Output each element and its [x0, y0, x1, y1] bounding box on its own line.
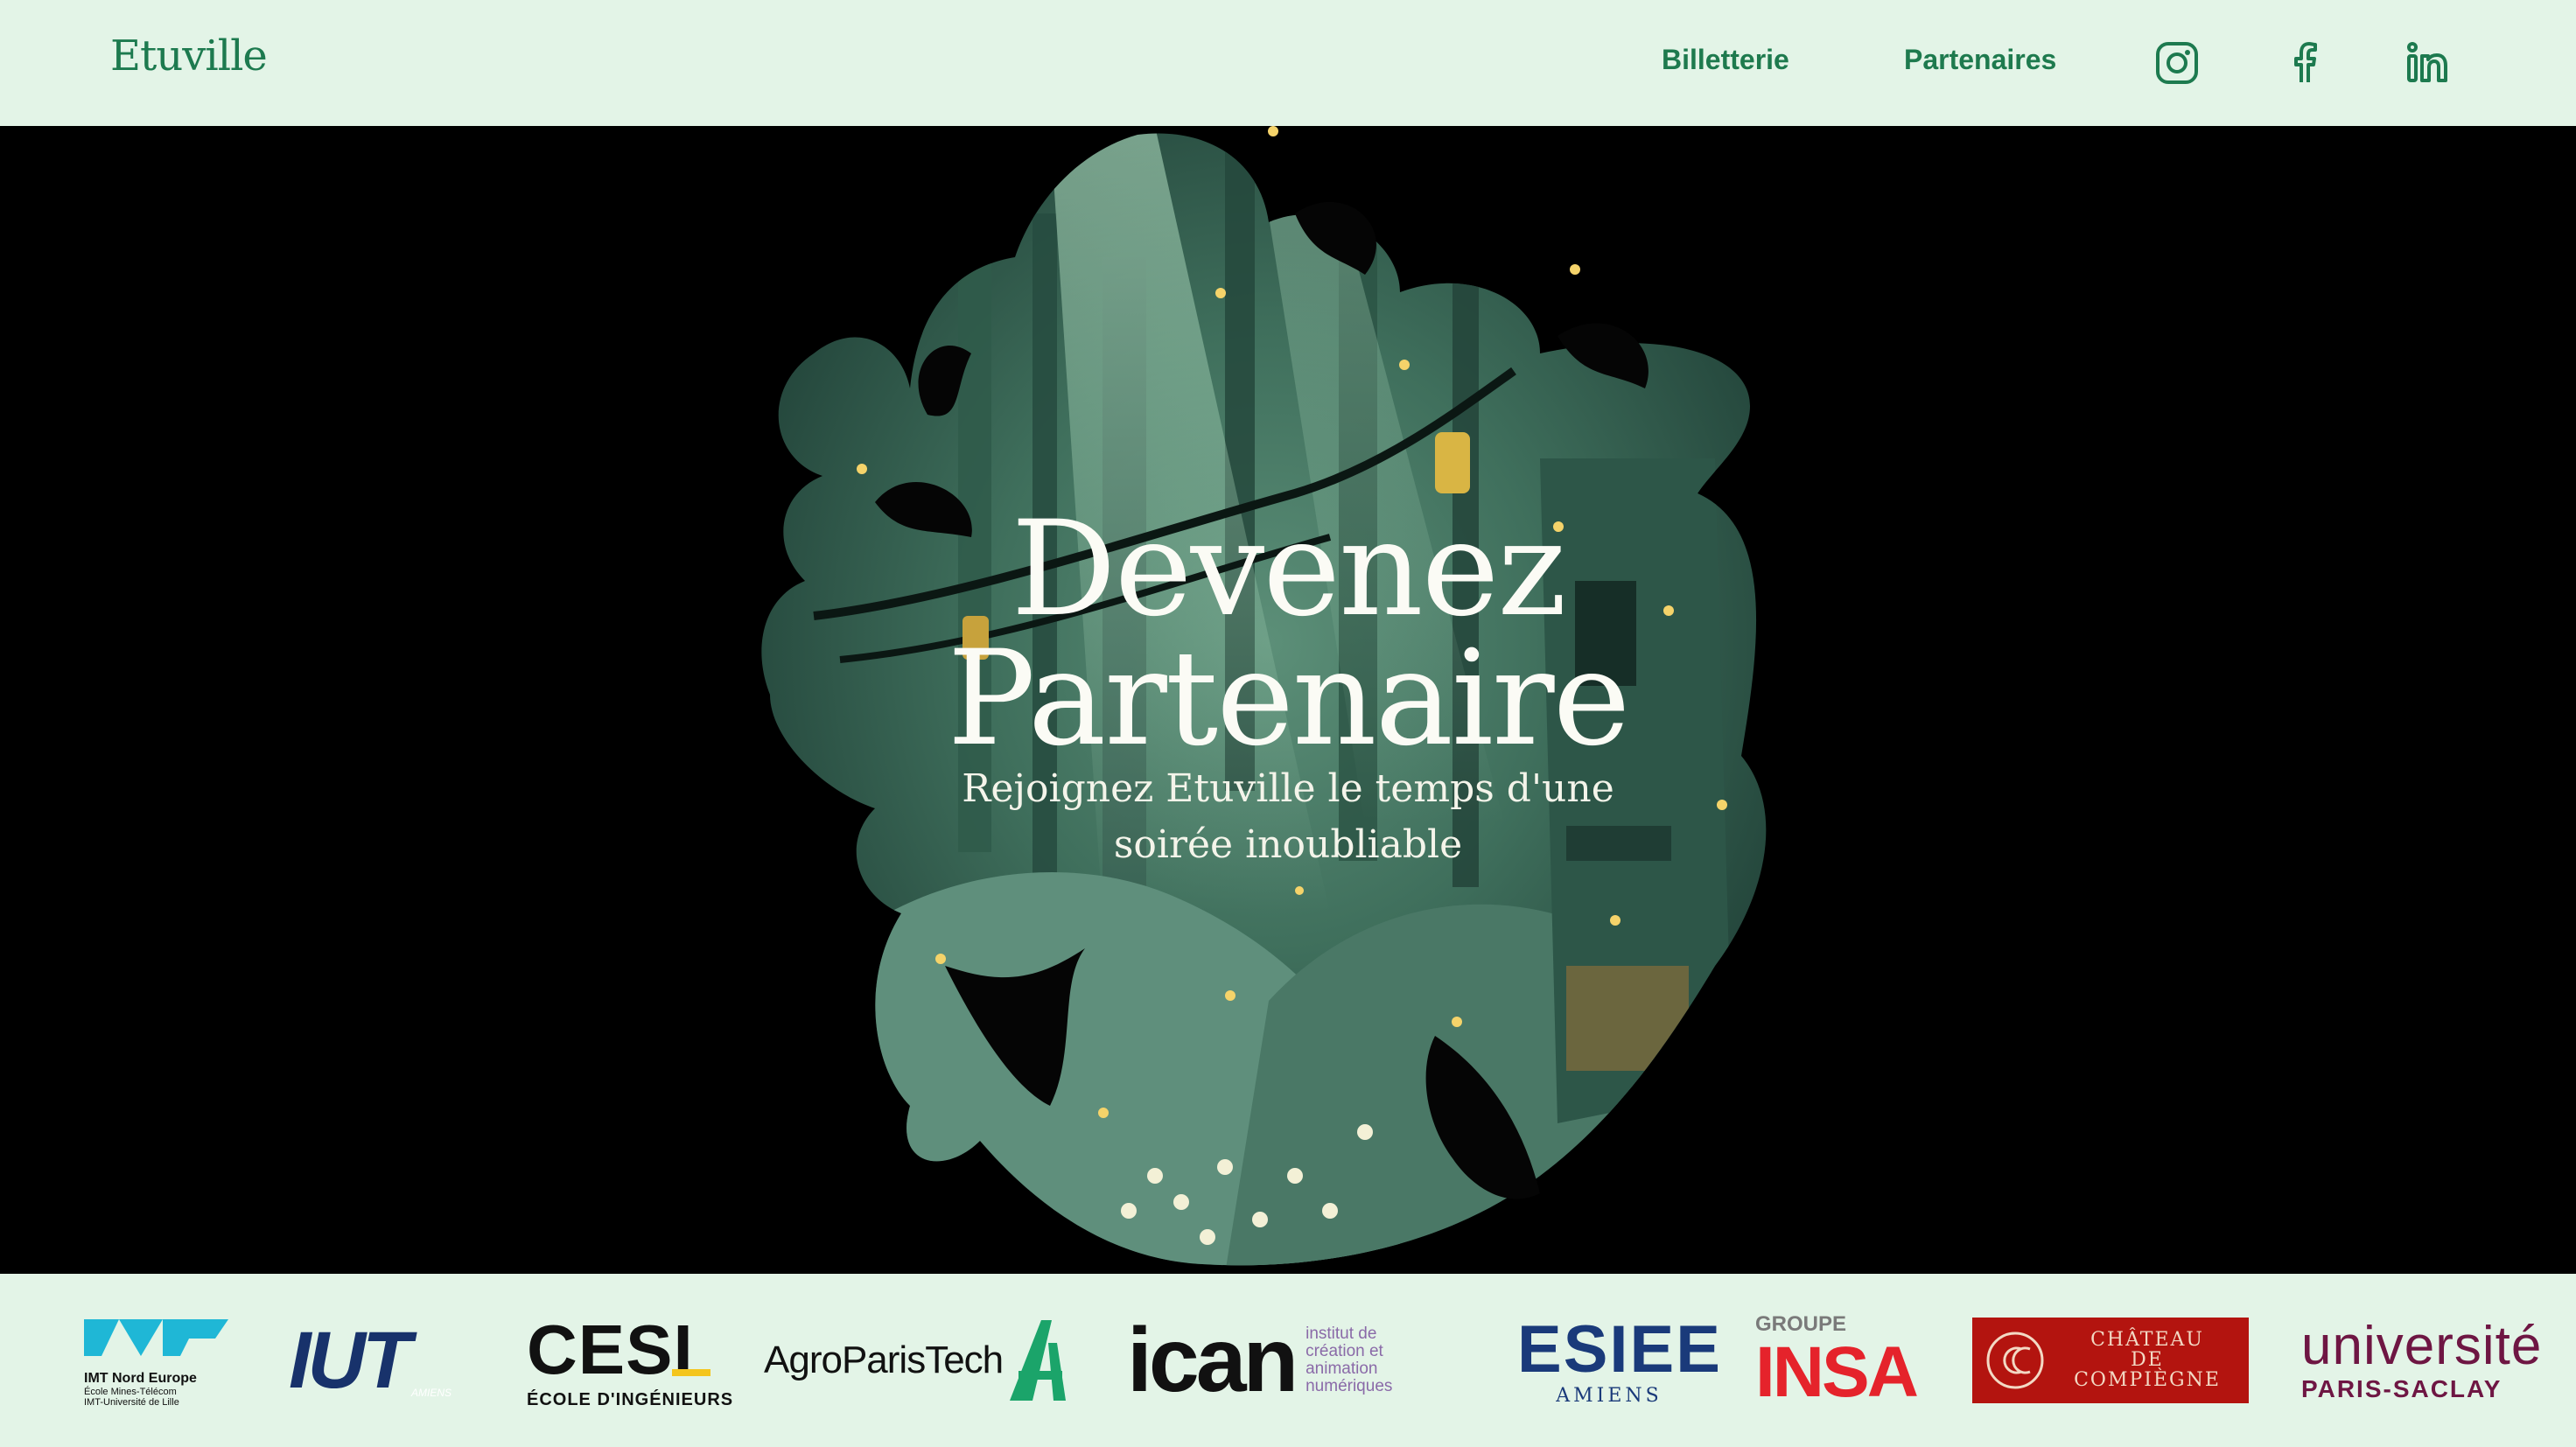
nav-billetterie[interactable]: Billetterie	[1662, 44, 1789, 76]
brand-logo[interactable]: Etuville	[110, 31, 268, 80]
saclay-sub: PARIS-SACLAY	[2301, 1375, 2502, 1402]
imt-line2: IMT-Université de Lille	[84, 1397, 179, 1408]
partner-logo-agroparistech[interactable]: AgroParisTech	[764, 1274, 1069, 1447]
hero-subtitle: Rejoignez Etuville le temps d'une soirée…	[962, 766, 1614, 867]
ican-line4: numériques	[1306, 1377, 1393, 1395]
facebook-icon[interactable]	[2282, 40, 2328, 86]
chateau-line2: DE	[2131, 1349, 2164, 1371]
agro-name: AgroParisTech	[764, 1339, 1004, 1381]
site-header: Etuville Billetterie Partenaires	[0, 0, 2576, 126]
imt-line1: École Mines-Télécom	[84, 1387, 177, 1397]
partner-logo-paris-saclay[interactable]: université PARIS-SACLAY	[2301, 1274, 2564, 1447]
saclay-name: université	[2301, 1316, 2543, 1376]
partner-logo-cesi[interactable]: CESI ÉCOLE D'INGÉNIEURS	[527, 1274, 734, 1447]
insa-name: INSA	[1755, 1332, 1919, 1412]
partner-logo-imt[interactable]: IMT Nord Europe École Mines-Télécom IMT-…	[84, 1274, 233, 1447]
chateau-emblem-icon	[1986, 1332, 2044, 1389]
ican-line2: création et	[1306, 1342, 1383, 1360]
chateau-line3: COMPIÈGNE	[2074, 1369, 2221, 1391]
ican-line1: institut de	[1306, 1325, 1377, 1343]
iut-sub: AMIENS	[410, 1387, 452, 1399]
partner-logo-ican[interactable]: ican institut de création et animation n…	[1127, 1274, 1392, 1447]
linkedin-icon[interactable]	[2404, 40, 2450, 86]
instagram-icon[interactable]	[2154, 40, 2200, 86]
hero-section: Devenez Partenaire Rejoignez Etuville le…	[0, 126, 2576, 1274]
hero-title-line1: Devenez	[1011, 493, 1567, 646]
partner-logo-iut[interactable]: IUT AMIENS	[289, 1274, 472, 1447]
chateau-line1: CHÂTEAU	[2090, 1329, 2204, 1351]
ican-name: ican	[1127, 1310, 1298, 1411]
hero-title-line2: Partenaire	[947, 623, 1631, 775]
nav-partenaires[interactable]: Partenaires	[1904, 44, 2056, 76]
esiee-name: ESIEE	[1517, 1311, 1722, 1387]
partners-strip: IMT Nord Europe École Mines-Télécom IMT-…	[0, 1274, 2576, 1447]
imt-name: IMT Nord Europe	[84, 1371, 197, 1386]
partner-logo-insa[interactable]: GROUPE INSA	[1755, 1274, 1919, 1447]
esiee-sub: AMIENS	[1556, 1384, 1662, 1407]
ican-line3: animation	[1306, 1360, 1378, 1378]
partner-logo-esiee[interactable]: ESIEE AMIENS	[1517, 1274, 1722, 1447]
partner-logo-chateau-compiegne[interactable]: CHÂTEAU DE COMPIÈGNE	[1972, 1274, 2249, 1447]
imt-mark-icon	[84, 1319, 228, 1356]
cesi-underline	[672, 1369, 710, 1376]
agro-mark-icon	[1010, 1320, 1067, 1401]
cesi-sub: ÉCOLE D'INGÉNIEURS	[527, 1390, 734, 1409]
